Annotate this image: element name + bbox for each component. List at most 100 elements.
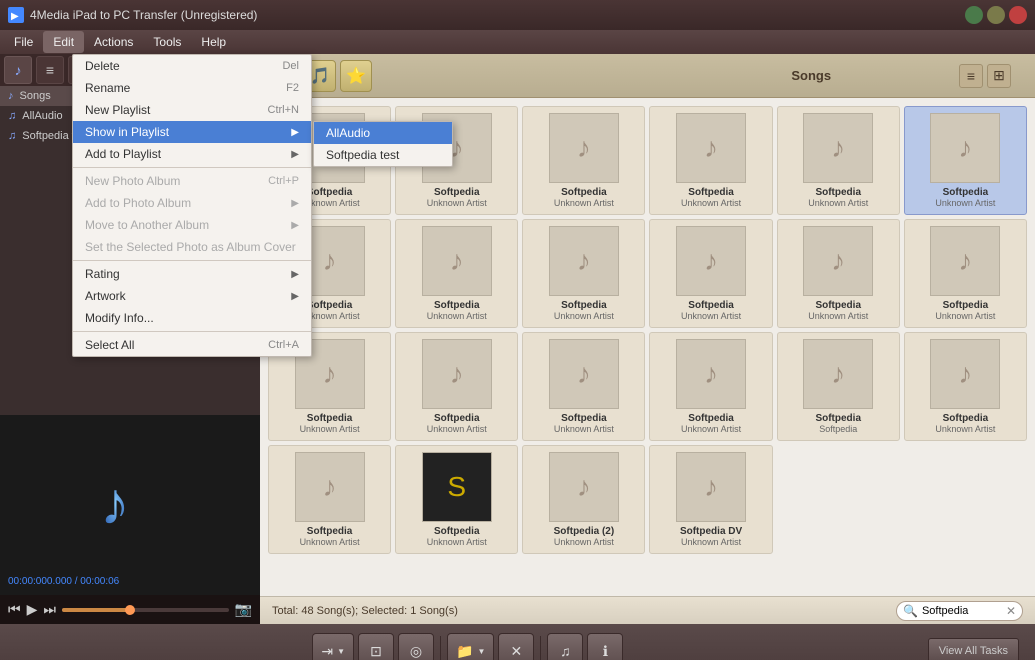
song-item[interactable]: ♪SoftpediaUnknown Artist (268, 445, 391, 554)
song-name: Softpedia (434, 526, 480, 537)
song-artist: Unknown Artist (554, 198, 614, 208)
song-item[interactable]: ♪SoftpediaUnknown Artist (904, 332, 1027, 441)
song-item[interactable]: ♪SoftpediaUnknown Artist (522, 332, 645, 441)
song-artist: Unknown Artist (554, 537, 614, 547)
menu-item-modify-info[interactable]: Modify Info... (73, 307, 311, 329)
music-note-icon: ♪ (8, 90, 14, 102)
menu-item-add-to-playlist[interactable]: Add to Playlist ▶ (73, 143, 311, 165)
song-artist: Unknown Artist (427, 537, 487, 547)
preview-music-icon: ♪ (90, 459, 170, 552)
info-button[interactable]: ℹ (587, 633, 623, 660)
close-button[interactable] (1009, 6, 1027, 24)
playlist-button[interactable]: ♫ (547, 633, 583, 660)
svg-text:▶: ▶ (11, 11, 19, 22)
song-item[interactable]: ♪SoftpediaUnknown Artist (904, 106, 1027, 215)
song-artist: Unknown Artist (427, 311, 487, 321)
window-controls (965, 6, 1027, 24)
statusbar: Total: 48 Song(s); Selected: 1 Song(s) 🔍… (260, 596, 1035, 624)
minimize-button[interactable] (965, 6, 983, 24)
song-item[interactable]: ♪Softpedia (2)Unknown Artist (522, 445, 645, 554)
prev-button[interactable]: ⏮ (8, 601, 21, 618)
transfer-button[interactable]: ⇥ ▼ (312, 633, 354, 660)
search-box[interactable]: 🔍 ✕ (896, 601, 1023, 621)
menu-separator-2 (73, 260, 311, 261)
menu-edit[interactable]: Edit (43, 31, 84, 53)
play-button[interactable]: ▶ (27, 601, 38, 618)
song-item[interactable]: ♪SoftpediaSoftpedia (777, 332, 900, 441)
titlebar: ▶ 4Media iPad to PC Transfer (Unregister… (0, 0, 1035, 30)
song-name: Softpedia (2) (554, 526, 615, 537)
menu-item-new-playlist[interactable]: New Playlist Ctrl+N (73, 99, 311, 121)
menu-item-show-in-playlist[interactable]: Show in Playlist ▶ (73, 121, 311, 143)
folder-dropdown-icon: ▼ (477, 647, 485, 656)
song-artist: Unknown Artist (300, 424, 360, 434)
nav-star-button[interactable]: ⭐ (340, 60, 372, 92)
menu-item-select-all[interactable]: Select All Ctrl+A (73, 334, 311, 356)
song-name: Softpedia (434, 413, 480, 424)
camera-icon[interactable]: 📷 (235, 601, 252, 618)
song-name: Softpedia (434, 187, 480, 198)
menu-item-artwork[interactable]: Artwork ▶ (73, 285, 311, 307)
content-header: 🎵 ⭐ Songs ≡ ⊞ (260, 54, 1035, 98)
song-item[interactable]: ♪SoftpediaUnknown Artist (395, 332, 518, 441)
song-name: Softpedia (561, 413, 607, 424)
sidebar-tab-list[interactable]: ≡ (36, 56, 64, 84)
menu-file[interactable]: File (4, 31, 43, 53)
view-all-tasks-button[interactable]: View All Tasks (928, 638, 1019, 660)
search-input[interactable] (922, 605, 1002, 617)
song-item[interactable]: SSoftpediaUnknown Artist (395, 445, 518, 554)
list-view-button[interactable]: ≡ (959, 64, 983, 88)
maximize-button[interactable] (987, 6, 1005, 24)
app-icon: ▶ (8, 7, 24, 23)
song-item[interactable]: ♪SoftpediaUnknown Artist (522, 106, 645, 215)
menu-help[interactable]: Help (191, 31, 236, 53)
menu-item-rating[interactable]: Rating ▶ (73, 263, 311, 285)
delete-button[interactable]: ✕ (498, 633, 534, 660)
song-name: Softpedia DV (680, 526, 742, 537)
info-icon: ℹ (603, 643, 608, 660)
folder-add-icon: 📁 (456, 643, 473, 660)
song-artist: Unknown Artist (808, 198, 868, 208)
song-artist: Unknown Artist (935, 424, 995, 434)
song-item[interactable]: ♪SoftpediaUnknown Artist (777, 219, 900, 328)
song-artist: Unknown Artist (300, 537, 360, 547)
song-item[interactable]: ♪SoftpediaUnknown Artist (522, 219, 645, 328)
song-name: Softpedia (307, 300, 353, 311)
new-folder-button[interactable]: 📁 ▼ (447, 633, 494, 660)
player-controls: ⏮ ▶ ⏭ 📷 (0, 595, 260, 624)
song-artist: Unknown Artist (681, 311, 741, 321)
ringtone-button[interactable]: ◎ (398, 633, 434, 660)
song-item[interactable]: ♪SoftpediaUnknown Artist (777, 106, 900, 215)
menu-item-rename[interactable]: Rename F2 (73, 77, 311, 99)
song-artist: Unknown Artist (554, 424, 614, 434)
menu-tools[interactable]: Tools (143, 31, 191, 53)
song-item[interactable]: ♪Softpedia DVUnknown Artist (649, 445, 772, 554)
menu-item-new-photo-album: New Photo Album Ctrl+P (73, 170, 311, 192)
delete-icon: ✕ (510, 643, 522, 660)
transfer-icon: ⇥ (321, 643, 333, 660)
next-button[interactable]: ⏭ (43, 601, 56, 618)
song-item[interactable]: ♪SoftpediaUnknown Artist (649, 219, 772, 328)
toolbar-separator-2 (540, 636, 541, 660)
search-clear-button[interactable]: ✕ (1006, 604, 1016, 618)
grid-view-button[interactable]: ⊞ (987, 64, 1011, 88)
submenu-item-all-audio[interactable]: AllAudio (314, 122, 452, 144)
song-item[interactable]: ♪SoftpediaUnknown Artist (649, 332, 772, 441)
svg-text:♪: ♪ (100, 470, 130, 537)
song-name: Softpedia (307, 187, 353, 198)
status-text: Total: 48 Song(s); Selected: 1 Song(s) (272, 605, 458, 617)
menu-actions[interactable]: Actions (84, 31, 143, 53)
menu-item-set-album-cover: Set the Selected Photo as Album Cover (73, 236, 311, 258)
sidebar-tab-songs[interactable]: ♪ (4, 56, 32, 84)
song-name: Softpedia (943, 413, 989, 424)
volume-bar[interactable] (62, 608, 229, 612)
submenu-item-softpedia-test[interactable]: Softpedia test (314, 144, 452, 166)
toolbar: ⇥ ▼ ⊡ ◎ 📁 ▼ ✕ ♫ ℹ Vie (0, 624, 1035, 660)
sync-button[interactable]: ⊡ (358, 633, 394, 660)
menu-item-delete[interactable]: Delete Del (73, 55, 311, 77)
menubar: File Edit Actions Tools Help (0, 30, 1035, 54)
song-artist: Unknown Artist (681, 198, 741, 208)
song-item[interactable]: ♪SoftpediaUnknown Artist (395, 219, 518, 328)
song-item[interactable]: ♪SoftpediaUnknown Artist (904, 219, 1027, 328)
song-item[interactable]: ♪SoftpediaUnknown Artist (649, 106, 772, 215)
